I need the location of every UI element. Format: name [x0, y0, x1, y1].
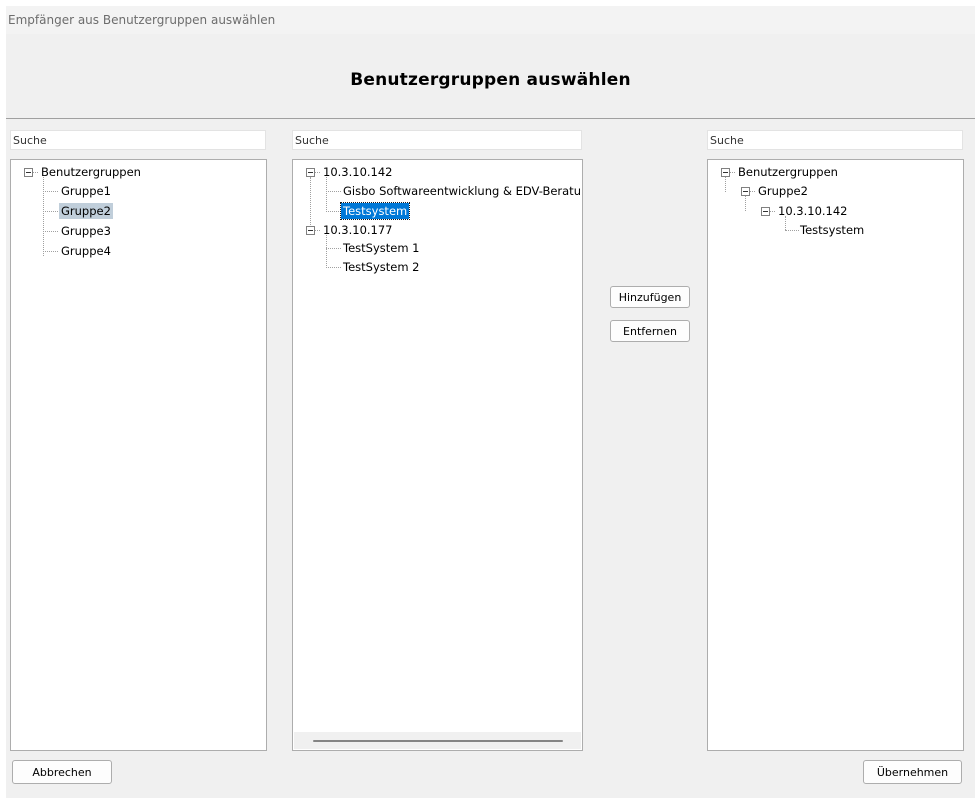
middle-search-input[interactable] — [292, 130, 582, 150]
window-title: Empfänger aus Benutzergruppen auswählen — [6, 6, 975, 34]
tree-item-gruppe1[interactable]: Gruppe1 — [59, 182, 113, 200]
tree-item-gruppe4[interactable]: Gruppe4 — [59, 242, 113, 260]
tree-connector — [770, 211, 775, 212]
header-panel: Benutzergruppen auswählen — [6, 34, 975, 119]
tree-connector — [750, 191, 755, 192]
right-search-input[interactable] — [707, 130, 963, 150]
remove-button[interactable]: Entfernen — [610, 320, 690, 342]
tree-connector — [43, 231, 58, 232]
collapse-icon[interactable] — [721, 168, 730, 177]
right-selection-tree[interactable]: Benutzergruppen Gruppe2 10.3.10.142 Test… — [707, 159, 964, 751]
tree-item-testsystem[interactable]: Testsystem — [339, 202, 411, 220]
tree-connector — [43, 251, 58, 252]
tree-node-label: Benutzergruppen — [738, 165, 838, 179]
tree-connector — [43, 211, 58, 212]
tree-node-label: Gisbo Softwareentwicklung & EDV-Beratung — [343, 184, 583, 198]
tree-connector — [326, 191, 341, 192]
apply-button[interactable]: Übernehmen — [863, 760, 962, 784]
tree-connector — [326, 235, 327, 268]
tree-node-label: Gruppe4 — [61, 244, 111, 258]
tree-connector — [745, 196, 746, 211]
tree-node-label: 10.3.10.177 — [323, 223, 393, 237]
collapse-icon[interactable] — [306, 168, 315, 177]
tree-item-gruppe3[interactable]: Gruppe3 — [59, 222, 113, 240]
scrollbar-thumb[interactable] — [313, 740, 563, 742]
tree-connector — [315, 230, 320, 231]
tree-connector — [326, 211, 341, 212]
tree-item-testsystem[interactable]: Testsystem — [798, 221, 866, 239]
collapse-icon[interactable] — [741, 187, 750, 196]
tree-item-gruppe2[interactable]: Gruppe2 — [59, 202, 113, 220]
tree-node-label: Gruppe2 — [59, 203, 113, 219]
horizontal-scrollbar[interactable] — [294, 732, 581, 749]
cancel-button[interactable]: Abbrechen — [12, 760, 112, 784]
tree-host-10-3-10-177[interactable]: 10.3.10.177 — [321, 221, 395, 239]
tree-connector — [33, 172, 38, 173]
tree-item-gisbo[interactable]: Gisbo Softwareentwicklung & EDV-Beratung — [341, 182, 583, 200]
tree-node-label: Gruppe3 — [61, 224, 111, 238]
tree-node-label: 10.3.10.142 — [778, 204, 848, 218]
tree-connector — [326, 177, 327, 212]
tree-connector — [315, 172, 320, 173]
tree-connector — [43, 191, 58, 192]
tree-root-benutzergruppen[interactable]: Benutzergruppen — [736, 163, 840, 181]
tree-node-label: 10.3.10.142 — [323, 165, 393, 179]
left-group-tree[interactable]: Benutzergruppen Gruppe1 Gruppe2 Gruppe3 … — [10, 159, 267, 751]
tree-host-10-3-10-142[interactable]: 10.3.10.142 — [776, 202, 850, 220]
left-search-input[interactable] — [10, 130, 266, 150]
tree-connector — [730, 172, 735, 173]
tree-connector — [310, 177, 311, 229]
tree-item-testsystem-2[interactable]: TestSystem 2 — [341, 258, 422, 276]
tree-connector — [326, 267, 341, 268]
add-button[interactable]: Hinzufügen — [610, 286, 690, 308]
tree-item-testsystem-1[interactable]: TestSystem 1 — [341, 239, 422, 257]
tree-connector — [43, 177, 44, 256]
collapse-icon[interactable] — [761, 207, 770, 216]
tree-node-label: Benutzergruppen — [41, 165, 141, 179]
tree-node-label: TestSystem 1 — [343, 241, 420, 255]
tree-connector — [326, 248, 341, 249]
tree-connector — [785, 230, 799, 231]
tree-node-label: TestSystem 2 — [343, 260, 420, 274]
tree-host-10-3-10-142[interactable]: 10.3.10.142 — [321, 163, 395, 181]
middle-system-tree[interactable]: 10.3.10.142 Gisbo Softwareentwicklung & … — [292, 159, 583, 751]
tree-item-gruppe2[interactable]: Gruppe2 — [756, 182, 810, 200]
dialog-window: Empfänger aus Benutzergruppen auswählen … — [6, 6, 975, 798]
tree-node-label: Testsystem — [800, 223, 865, 237]
tree-node-label: Testsystem — [339, 202, 411, 220]
tree-node-label: Gruppe1 — [61, 184, 111, 198]
tree-connector — [725, 177, 726, 192]
tree-node-label: Gruppe2 — [758, 184, 808, 198]
collapse-icon[interactable] — [306, 226, 315, 235]
collapse-icon[interactable] — [24, 168, 33, 177]
page-title: Benutzergruppen auswählen — [350, 70, 631, 90]
tree-root-benutzergruppen[interactable]: Benutzergruppen — [39, 163, 143, 181]
